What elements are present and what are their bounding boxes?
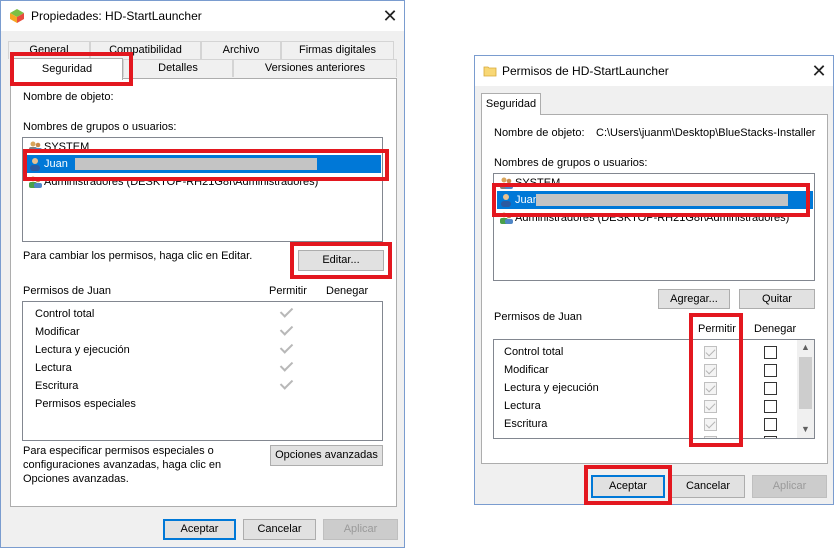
close-icon[interactable]: ✕	[379, 5, 401, 27]
permissions-list: Control total Modificar Lectura y ejecuc…	[22, 301, 383, 441]
perm-modificar: Modificar	[35, 326, 80, 338]
permissions-scrollbar[interactable]: ▲ ▼	[797, 340, 814, 438]
tab-versiones-anteriores[interactable]: Versiones anteriores	[233, 59, 397, 77]
permissions-list: Control total Modificar Lectura y ejecuc…	[493, 339, 815, 439]
scroll-thumb[interactable]	[799, 357, 812, 409]
deny-checkbox-modificar[interactable]	[764, 364, 777, 377]
check-icon	[279, 376, 294, 390]
remove-button[interactable]: Quitar	[739, 289, 815, 309]
object-path: C:\Users\juanm\Desktop\BlueStacks-Instal…	[596, 127, 816, 139]
apply-button[interactable]: Aplicar	[752, 475, 827, 498]
cancel-button[interactable]: Cancelar	[671, 475, 745, 498]
change-permissions-text: Para cambiar los permisos, haga clic en …	[23, 250, 253, 262]
tab-firmas-digitales[interactable]: Firmas digitales	[281, 41, 394, 59]
deny-checkbox-lectura[interactable]	[764, 400, 777, 413]
check-icon	[279, 340, 294, 354]
permissions-title: Permisos de Juan	[23, 285, 112, 297]
check-icon	[279, 304, 294, 318]
special-text-line1: Para especificar permisos especiales o	[23, 445, 214, 457]
perm-control-total: Control total	[35, 308, 95, 320]
apply-button[interactable]: Aplicar	[323, 519, 398, 540]
add-button[interactable]: Agregar...	[658, 289, 730, 309]
scroll-down-icon[interactable]: ▼	[801, 424, 810, 434]
tab-seguridad[interactable]: Seguridad	[481, 93, 541, 115]
object-name-label: Nombre de objeto:	[23, 91, 114, 103]
perm-especiales: Permisos especiales	[35, 398, 136, 410]
tab-archivo[interactable]: Archivo	[201, 41, 281, 59]
permissions-title: Permisos de Juan	[494, 311, 583, 323]
deny-checkbox-partial[interactable]	[764, 436, 777, 438]
cancel-button[interactable]: Cancelar	[243, 519, 316, 540]
close-icon[interactable]: ✕	[808, 60, 830, 82]
highlight-seguridad-tab	[10, 52, 133, 86]
groups-label: Nombres de grupos o usuarios:	[494, 157, 648, 169]
perm-lectura-ejecucion: Lectura y ejecución	[35, 344, 130, 356]
perm-lectura: Lectura	[35, 362, 72, 374]
perm-lectura-ejecucion: Lectura y ejecución	[504, 382, 599, 394]
deny-checkbox-control-total[interactable]	[764, 346, 777, 359]
permissions-window: Permisos de HD-StartLauncher ✕ Seguridad…	[474, 55, 834, 505]
properties-window: Propiedades: HD-StartLauncher ✕ General …	[0, 0, 405, 548]
allow-header: Permitir	[269, 285, 307, 297]
groups-label: Nombres de grupos o usuarios:	[23, 121, 177, 133]
highlight-ok-button	[584, 465, 672, 505]
ok-button[interactable]: Aceptar	[163, 519, 236, 540]
special-text-line2: configuraciones avanzadas, haga clic en	[23, 459, 222, 471]
tab-detalles[interactable]: Detalles	[123, 59, 233, 77]
check-icon	[279, 358, 294, 372]
perm-modificar: Modificar	[504, 364, 549, 376]
perm-escritura: Escritura	[504, 418, 548, 430]
deny-checkbox-escritura[interactable]	[764, 418, 777, 431]
perm-control-total: Control total	[504, 346, 564, 358]
scroll-up-icon[interactable]: ▲	[801, 342, 810, 352]
deny-checkbox-lectura-ejecucion[interactable]	[764, 382, 777, 395]
highlight-edit-button	[290, 242, 392, 279]
deny-header: Denegar	[326, 285, 369, 297]
security-panel: Nombre de objeto: C:\Users\juanm\Desktop…	[481, 114, 828, 464]
object-name-label: Nombre de objeto:	[494, 127, 585, 139]
check-icon	[279, 322, 294, 336]
perm-lectura: Lectura	[504, 400, 541, 412]
highlight-user-selection	[23, 149, 389, 181]
advanced-options-button[interactable]: Opciones avanzadas	[270, 445, 383, 466]
window-title: Propiedades: HD-StartLauncher	[31, 9, 202, 23]
highlight-user-selection	[492, 183, 810, 217]
window-title: Permisos de HD-StartLauncher	[502, 64, 669, 78]
properties-titlebar: Propiedades: HD-StartLauncher ✕	[1, 1, 404, 31]
bluestacks-icon	[10, 9, 24, 23]
permissions-titlebar: Permisos de HD-StartLauncher ✕	[475, 56, 833, 86]
folder-icon	[483, 66, 497, 77]
perm-escritura: Escritura	[35, 380, 79, 392]
security-tab-panel: Nombre de objeto: Nombres de grupos o us…	[10, 78, 397, 507]
special-text-line3: Opciones avanzadas.	[23, 473, 129, 485]
deny-header: Denegar	[754, 323, 797, 335]
highlight-allow-column	[689, 313, 743, 447]
